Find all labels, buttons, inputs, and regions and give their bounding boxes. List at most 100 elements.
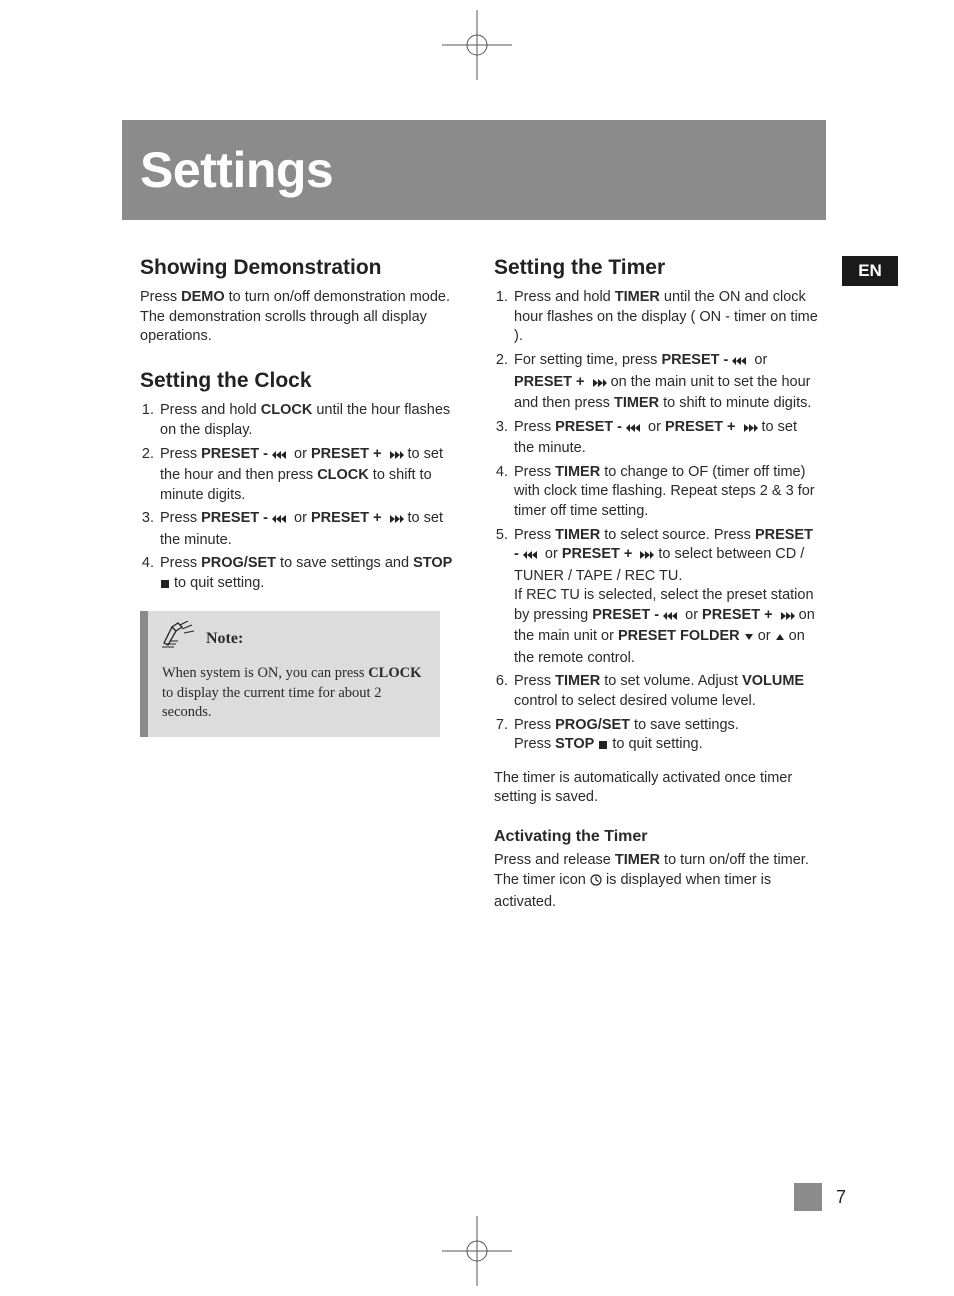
- skip-back-icon: [272, 511, 290, 531]
- stop-icon: [160, 576, 170, 596]
- clock-step-2: Press PRESET - or PRESET + to set the ho…: [158, 445, 466, 506]
- text: Press: [160, 446, 201, 462]
- text: to save settings and: [276, 555, 413, 571]
- text: to shift to minute digits.: [659, 395, 811, 411]
- button-ref-preset-minus: PRESET -: [201, 510, 268, 526]
- text: Press and release: [494, 852, 615, 868]
- button-ref-stop: STOP: [413, 555, 452, 571]
- title-bar: Settings: [122, 120, 826, 220]
- heading-showing-demonstration: Showing Demonstration: [140, 254, 466, 282]
- content-area: Showing Demonstration Press DEMO to turn…: [140, 254, 820, 924]
- skip-back-icon: [663, 608, 681, 628]
- button-ref-clock: CLOCK: [317, 467, 369, 483]
- button-ref-demo: DEMO: [181, 289, 225, 305]
- button-ref-progset: PROG/SET: [555, 717, 630, 733]
- skip-forward-icon: [386, 447, 404, 467]
- timer-step-7: Press PROG/SET to save settings. Press S…: [512, 716, 820, 757]
- note-header: Note:: [162, 621, 426, 656]
- text: Press: [514, 419, 555, 435]
- text: or: [685, 607, 702, 623]
- button-ref-preset-minus: PRESET -: [555, 419, 622, 435]
- text: to quit setting.: [612, 736, 702, 752]
- text: to save settings.: [630, 717, 739, 733]
- timer-steps-list: Press and hold TIMER until the ON and cl…: [494, 288, 820, 756]
- text: or: [545, 546, 562, 562]
- triangle-down-icon: [744, 629, 754, 649]
- text: Press: [160, 555, 201, 571]
- registration-mark-top: [442, 10, 512, 80]
- note-label: Note:: [206, 628, 243, 650]
- button-ref-preset-folder: PRESET FOLDER: [618, 628, 740, 644]
- skip-back-icon: [732, 353, 750, 373]
- text: Press: [160, 510, 201, 526]
- timer-auto-note: The timer is automatically activated onc…: [494, 769, 820, 808]
- page-title: Settings: [140, 141, 333, 199]
- button-ref-preset-minus: PRESET -: [201, 446, 268, 462]
- button-ref-timer: TIMER: [615, 852, 660, 868]
- button-ref-timer: TIMER: [555, 464, 600, 480]
- button-ref-timer: TIMER: [615, 289, 660, 305]
- clock-step-3: Press PRESET - or PRESET + to set the mi…: [158, 509, 466, 550]
- button-ref-preset-minus: PRESET -: [661, 352, 728, 368]
- button-ref-timer: TIMER: [614, 395, 659, 411]
- button-ref-timer: TIMER: [555, 673, 600, 689]
- button-ref-timer: TIMER: [555, 527, 600, 543]
- page-number: 7: [836, 1187, 846, 1208]
- heading-setting-timer: Setting the Timer: [494, 254, 820, 282]
- activating-timer-paragraph: Press and release TIMER to turn on/off t…: [494, 851, 820, 912]
- text: Press: [514, 736, 555, 752]
- page-number-block: 7: [794, 1183, 846, 1211]
- note-body: When system is ON, you can press CLOCK t…: [162, 664, 426, 723]
- timer-step-4: Press TIMER to change to OF (timer off t…: [512, 463, 820, 522]
- right-column: Setting the Timer Press and hold TIMER u…: [494, 254, 820, 924]
- skip-back-icon: [523, 547, 541, 567]
- skip-forward-icon: [740, 420, 758, 440]
- page-number-decoration: [794, 1183, 822, 1211]
- clock-step-4: Press PROG/SET to save settings and STOP…: [158, 554, 466, 595]
- button-ref-progset: PROG/SET: [201, 555, 276, 571]
- button-ref-preset-plus: PRESET +: [311, 510, 382, 526]
- text: For setting time, press: [514, 352, 661, 368]
- button-ref-preset-plus: PRESET +: [514, 374, 585, 390]
- text: Press: [514, 673, 555, 689]
- timer-step-2: For setting time, press PRESET - or PRES…: [512, 351, 820, 414]
- skip-forward-icon: [777, 608, 795, 628]
- text: Press: [140, 289, 181, 305]
- timer-step-5: Press TIMER to select source. Press PRES…: [512, 526, 820, 669]
- text: When system is ON, you can press: [162, 665, 368, 681]
- manual-page: Settings EN Showing Demonstration Press …: [0, 0, 954, 1296]
- stop-icon: [598, 737, 608, 757]
- text: or: [648, 419, 665, 435]
- skip-forward-icon: [589, 375, 607, 395]
- button-ref-preset-plus: PRESET +: [311, 446, 382, 462]
- skip-back-icon: [272, 447, 290, 467]
- language-tab: EN: [842, 256, 898, 286]
- text: to set volume. Adjust: [600, 673, 742, 689]
- clock-icon: [590, 873, 602, 893]
- text: or: [294, 510, 311, 526]
- language-code: EN: [858, 261, 882, 281]
- heading-activating-timer: Activating the Timer: [494, 826, 820, 848]
- skip-forward-icon: [386, 511, 404, 531]
- button-ref-stop: STOP: [555, 736, 594, 752]
- button-ref-preset-plus: PRESET +: [665, 419, 736, 435]
- button-ref-clock: CLOCK: [261, 402, 313, 418]
- heading-setting-clock: Setting the Clock: [140, 367, 466, 395]
- registration-mark-bottom: [442, 1216, 512, 1286]
- hand-writing-icon: [162, 621, 198, 656]
- note-box: Note: When system is ON, you can press C…: [140, 611, 440, 736]
- text: or: [758, 628, 775, 644]
- timer-step-3: Press PRESET - or PRESET + to set the mi…: [512, 418, 820, 459]
- left-column: Showing Demonstration Press DEMO to turn…: [140, 254, 466, 924]
- text: Press and hold: [514, 289, 615, 305]
- button-ref-clock: CLOCK: [368, 665, 421, 681]
- text: Press: [514, 717, 555, 733]
- button-ref-volume: VOLUME: [742, 673, 804, 689]
- skip-back-icon: [626, 420, 644, 440]
- text: Press and hold: [160, 402, 261, 418]
- button-ref-preset-plus: PRESET +: [562, 546, 633, 562]
- text: Press: [514, 527, 555, 543]
- clock-step-1: Press and hold CLOCK until the hour flas…: [158, 401, 466, 440]
- text: to display the current time for about 2 …: [162, 685, 381, 721]
- text: to quit setting.: [174, 575, 264, 591]
